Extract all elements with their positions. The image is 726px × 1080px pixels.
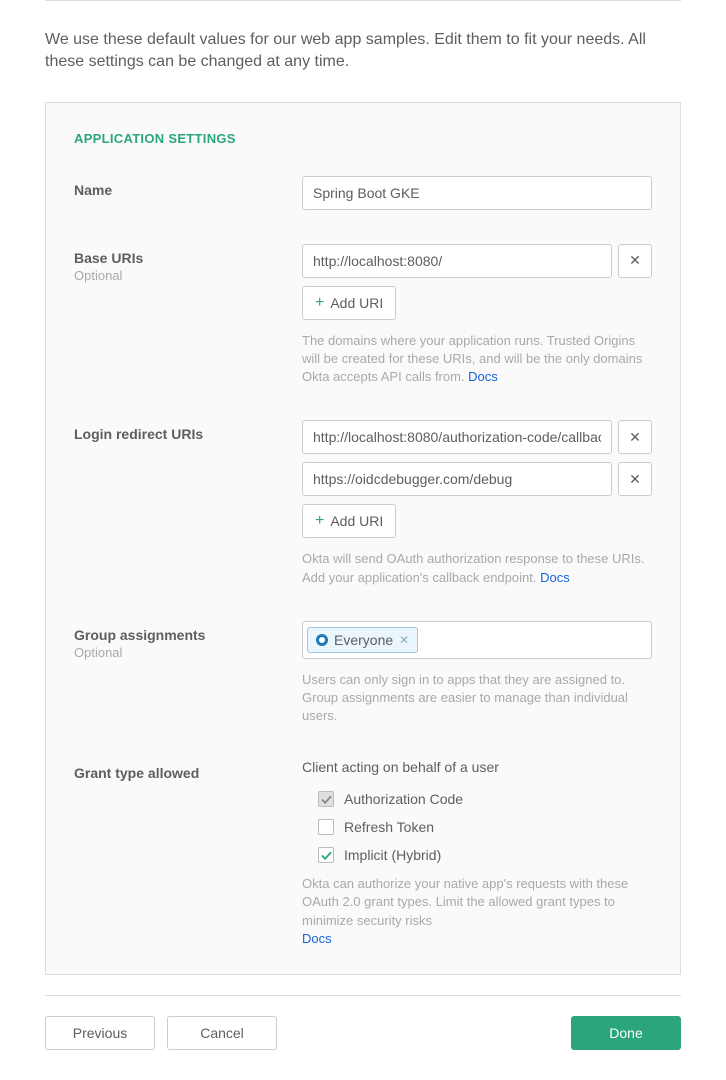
settings-panel: APPLICATION SETTINGS Name Base URIs Opti…	[45, 102, 681, 975]
base-uri-row: ✕	[302, 244, 652, 278]
login-redirect-input-0[interactable]	[302, 420, 612, 454]
group-chip-remove[interactable]: ✕	[399, 633, 409, 647]
field-base-uris: Base URIs Optional ✕ + Add URI The domai…	[74, 244, 652, 387]
grant-checkbox-authorization-code	[318, 791, 334, 807]
close-icon: ✕	[629, 471, 641, 488]
login-redirect-add-label: Add URI	[330, 513, 383, 529]
group-chip-everyone: Everyone ✕	[307, 627, 418, 653]
login-redirect-label: Login redirect URIs	[74, 426, 302, 442]
grants-head: Client acting on behalf of a user	[302, 759, 652, 775]
base-uris-label: Base URIs	[74, 250, 302, 266]
top-divider	[45, 0, 681, 1]
name-input[interactable]	[302, 176, 652, 210]
login-redirect-row-0: ✕	[302, 420, 652, 454]
close-icon: ✕	[629, 429, 641, 446]
login-redirect-docs-link[interactable]: Docs	[540, 570, 570, 585]
login-redirect-help: Okta will send OAuth authorization respo…	[302, 550, 652, 586]
base-uris-help: The domains where your application runs.…	[302, 332, 652, 387]
login-redirect-remove-0[interactable]: ✕	[618, 420, 652, 454]
previous-button[interactable]: Previous	[45, 1016, 155, 1050]
base-uris-optional: Optional	[74, 268, 302, 283]
field-name: Name	[74, 176, 652, 210]
field-group-assignments: Group assignments Optional Everyone ✕ Us…	[74, 621, 652, 726]
grant-checkbox-refresh-token[interactable]	[318, 819, 334, 835]
grant-row-implicit: Implicit (Hybrid)	[318, 847, 652, 863]
grant-label-1: Refresh Token	[344, 819, 434, 835]
grant-label-0: Authorization Code	[344, 791, 463, 807]
base-uri-add-button[interactable]: + Add URI	[302, 286, 396, 320]
intro-text: We use these default values for our web …	[45, 29, 681, 74]
cancel-button[interactable]: Cancel	[167, 1016, 277, 1050]
close-icon: ✕	[629, 252, 641, 269]
login-redirect-add-button[interactable]: + Add URI	[302, 504, 396, 538]
base-uri-remove-0[interactable]: ✕	[618, 244, 652, 278]
panel-title: APPLICATION SETTINGS	[74, 131, 652, 146]
grants-help: Okta can authorize your native app's req…	[302, 875, 652, 948]
groups-input[interactable]: Everyone ✕	[302, 621, 652, 659]
base-uri-add-label: Add URI	[330, 295, 383, 311]
done-button[interactable]: Done	[571, 1016, 681, 1050]
check-icon	[321, 850, 332, 861]
groups-help: Users can only sign in to apps that they…	[302, 671, 652, 726]
grant-checkbox-implicit[interactable]	[318, 847, 334, 863]
plus-icon: +	[315, 512, 324, 530]
group-chip-label: Everyone	[334, 632, 393, 648]
grant-row-authorization-code: Authorization Code	[318, 791, 652, 807]
plus-icon: +	[315, 294, 324, 312]
login-redirect-remove-1[interactable]: ✕	[618, 462, 652, 496]
base-uris-docs-link[interactable]: Docs	[468, 369, 498, 384]
grant-label-2: Implicit (Hybrid)	[344, 847, 441, 863]
login-redirect-input-1[interactable]	[302, 462, 612, 496]
field-grant-type: Grant type allowed Client acting on beha…	[74, 759, 652, 948]
grants-label: Grant type allowed	[74, 765, 302, 781]
groups-label: Group assignments	[74, 627, 302, 643]
footer: Previous Cancel Done	[45, 996, 681, 1080]
group-dot-icon	[316, 634, 328, 646]
check-icon	[321, 794, 332, 805]
groups-optional: Optional	[74, 645, 302, 660]
grant-row-refresh-token: Refresh Token	[318, 819, 652, 835]
field-login-redirect: Login redirect URIs ✕ ✕ + Add URI Okta w…	[74, 420, 652, 586]
login-redirect-row-1: ✕	[302, 462, 652, 496]
base-uri-input-0[interactable]	[302, 244, 612, 278]
grants-docs-link[interactable]: Docs	[302, 931, 332, 946]
name-label: Name	[74, 182, 302, 198]
